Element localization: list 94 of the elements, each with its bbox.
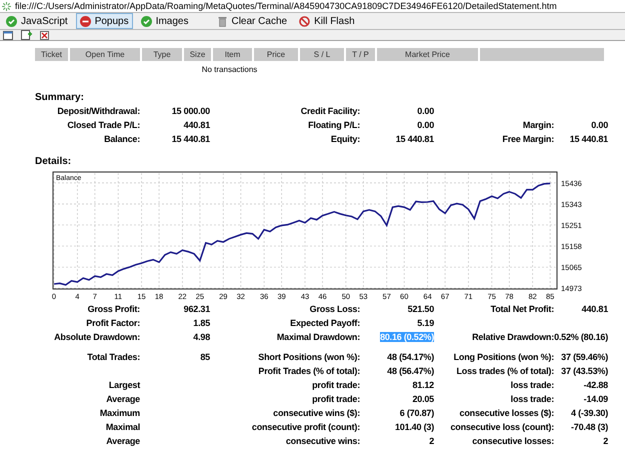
stat-value: 15 000.00 [172,106,210,116]
stat-label: loss trade: [510,394,554,404]
stat-value: 0.00 [417,106,434,116]
stat-value: 4 (-39.30) [570,408,608,418]
table-header: Type [142,48,184,61]
stat-label: Gross Profit: [88,304,140,314]
toolbar-button[interactable]: Popups [76,13,133,29]
stat-value: -14.09 [584,394,608,404]
stat-label: Absolute Drawdown: [54,332,140,342]
stat-label: Average [106,436,140,446]
address-url[interactable]: file:///C:/Users/Administrator/AppData/Roaming/MetaQuotes/Terminal/A845904730CA91809C7DE34946FE6120/DetailedStatement.htm [15,0,557,12]
stat-value: 440.81 [184,120,210,130]
empty-message: No transactions [202,64,258,76]
table-header: Size [184,48,213,61]
stat-value: 80.16 (0.52%) [380,332,434,342]
stat-value: 37 (43.53%) [561,366,608,376]
stat-label: Long Positions (won %): [454,352,554,362]
trash-icon [218,16,228,26]
stat-value: 5.19 [417,318,434,328]
stat-value: 85 [200,352,210,362]
stat-label: Profit Factor: [86,318,140,328]
stat-label: consecutive profit (count): [252,422,360,432]
table-header: Ticket [35,48,70,61]
stat-label: Credit Facility: [300,106,360,116]
stat-label: Expected Payoff: [290,318,360,328]
stat-value: -42.88 [584,380,608,390]
stat-value: -70.48 (3) [570,422,608,432]
stat-value: 48 (56.47%) [387,366,434,376]
stat-value: 0.52% (80.16) [554,332,608,342]
stat-label: consecutive losses ($): [460,408,554,418]
stat-value: 6 (70.87) [400,408,434,418]
stat-label: loss trade: [510,380,554,390]
stat-value: 440.81 [582,304,608,314]
stat-value: 2 [429,436,434,446]
stat-label: consecutive losses: [472,436,554,446]
check-icon [140,16,152,26]
toolbar-button[interactable]: Clear Cache [214,13,292,29]
stat-label: consecutive wins ($): [273,408,360,418]
stat-label: Profit Trades (% of total): [258,366,360,376]
stat-label: Free Margin: [502,134,554,144]
stat-value: 0.00 [591,120,608,130]
stat-label: Deposit/Withdrawal: [57,106,140,116]
table-header: Price [254,48,300,61]
no-entry-icon [299,16,310,26]
check-icon [6,16,17,26]
stat-label: Closed Trade P/L: [67,120,140,130]
stat-label: Maximal Drawdown: [276,332,360,342]
stat-label: Maximal [106,422,140,432]
stat-value: 521.50 [408,304,434,314]
stat-label: Relative Drawdown: [472,332,554,342]
add-page-icon[interactable] [21,30,32,40]
table-header: T / P [346,48,377,61]
stat-value: 48 (54.17%) [387,352,434,362]
stat-value: 1.85 [193,318,210,328]
stat-value: 81.12 [412,380,434,390]
stat-value: 2 [603,436,608,446]
table-header: Market Price [377,48,480,61]
stat-label: profit trade: [312,380,360,390]
stat-value: 4.98 [193,332,210,342]
blocked-icon [80,16,91,26]
stat-label: profit trade: [312,394,360,404]
stat-label: Maximum [100,408,140,418]
stat-label: Balance: [104,134,140,144]
toolbar-button[interactable]: Kill Flash [295,13,359,29]
stat-label: consecutive wins: [286,436,360,446]
toolbar-button[interactable]: Images [136,13,192,29]
stat-label: Loss trades (% of total): [456,366,554,376]
stat-label: Margin: [522,120,554,130]
stat-value: 37 (59.46%) [561,352,608,362]
stat-value: 101.40 (3) [394,422,434,432]
table-header: Open Time [70,48,142,61]
stat-label: consecutive loss (count): [450,422,554,432]
stat-label: Floating P/L: [308,120,360,130]
stat-label: Gross Loss: [310,304,360,314]
toolbar-button[interactable]: JavaScript [2,13,72,29]
loading-icon [2,2,11,10]
stat-value: 20.05 [412,394,434,404]
stat-label: Largest [108,380,140,390]
table-header: S / L [300,48,346,61]
stat-label: Total Trades: [87,352,140,362]
stat-value: 962.31 [184,304,210,314]
table-header: Item [213,48,254,61]
stat-value: 0.00 [417,120,434,130]
stat-label: Average [106,394,140,404]
stat-value: 15 440.81 [172,134,210,144]
section-title: Details: [35,156,72,167]
stat-label: Equity: [330,134,360,144]
stat-label: Total Net Profit: [490,304,554,314]
stat-value: 15 440.81 [396,134,434,144]
close-icon[interactable] [40,30,49,40]
stat-label: Short Positions (won %): [258,352,360,362]
stat-value: 15 440.81 [570,134,608,144]
section-title: Summary: [35,92,84,103]
window-icon[interactable] [3,30,13,40]
